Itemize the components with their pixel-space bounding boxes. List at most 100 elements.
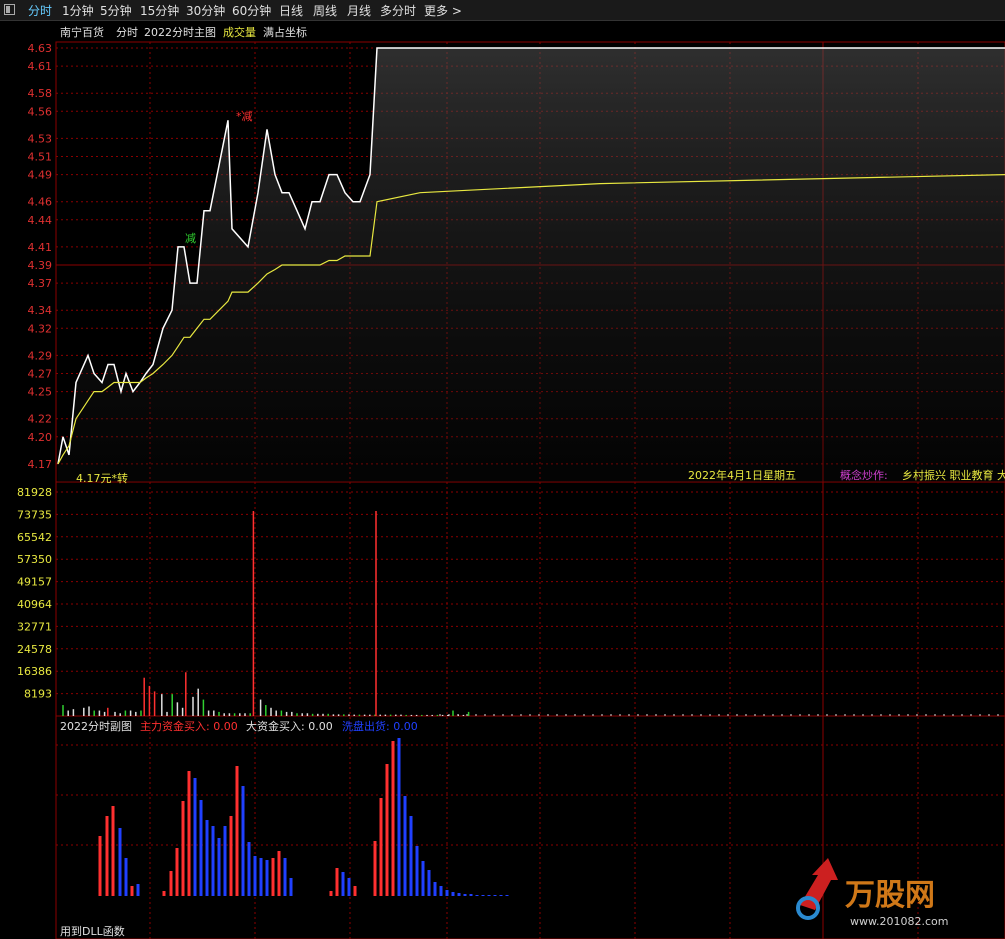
price-tick-label: 4.29: [28, 349, 53, 362]
sub-series-1: 主力资金买入: 0.00: [140, 719, 238, 733]
volume-tick-label: 16386: [17, 665, 52, 678]
sub-bar: [379, 798, 383, 896]
price-tick-label: 4.44: [28, 214, 53, 227]
sub-bar: [162, 891, 166, 896]
tab-8[interactable]: 月线: [347, 2, 371, 19]
sub-bar: [463, 894, 467, 896]
sub-bar: [487, 895, 491, 896]
sub-bar: [175, 848, 179, 896]
volume-tick-label: 40964: [17, 598, 52, 611]
price-tick-label: 4.34: [28, 304, 53, 317]
chart-mode: 分时: [116, 26, 138, 39]
sub-bar: [469, 894, 473, 896]
sub-bar: [136, 884, 140, 896]
tab-10[interactable]: 更多 >: [424, 2, 462, 19]
price-tick-label: 4.25: [28, 386, 53, 399]
price-tick-label: 4.20: [28, 431, 53, 444]
sub-bar: [98, 836, 102, 896]
volume-tick-label: 65542: [17, 531, 52, 544]
tab-9[interactable]: 多分时: [380, 2, 416, 19]
sub-bar: [415, 846, 419, 896]
tab-1[interactable]: 1分钟: [62, 2, 94, 19]
volume-panel: [55, 481, 1005, 717]
price-tick-label: 4.61: [28, 60, 53, 73]
price-tick-label: 4.56: [28, 105, 53, 118]
tab-0[interactable]: 分时: [28, 2, 52, 19]
tab-4[interactable]: 30分钟: [186, 2, 225, 19]
sub-bar: [105, 816, 109, 896]
sub-bar: [439, 886, 443, 896]
volume-tick-label: 8193: [24, 688, 52, 701]
volume-tick-label: 49157: [17, 576, 52, 589]
sub-bar: [253, 856, 257, 896]
sub-bar: [181, 801, 185, 896]
sub-bar: [427, 870, 431, 896]
sub-bar: [283, 858, 287, 896]
volume-label: 成交量: [223, 25, 256, 39]
sub-bar: [130, 886, 134, 896]
intraday-chart: 4.63 4.61 4.58 4.56 4.53 4.51 4.49 4.46 4.44 4.41…: [17, 25, 1005, 939]
volume-tick-label: 24578: [17, 643, 52, 656]
price-tick-label: 4.58: [28, 87, 53, 100]
sub-bar: [409, 816, 413, 896]
period-tab-bar: 分时 1分钟 5分钟 15分钟 30分钟 60分钟 日线 周线 月线 多分时 更多 >: [0, 0, 1005, 21]
sub-bar: [277, 851, 281, 896]
sub-bar: [211, 826, 215, 896]
sub-bar: [265, 860, 269, 896]
sub-bar: [433, 882, 437, 896]
footer-note: 用到DLL函数: [60, 925, 125, 938]
formula-name: 2022分时主图: [144, 26, 216, 39]
sub-bar: [118, 828, 122, 896]
sub-bar: [493, 895, 497, 896]
sub-bar: [505, 895, 509, 896]
sub-bar: [391, 741, 395, 896]
signal-label: 减: [185, 232, 196, 245]
concept-label: 概念炒作:: [840, 468, 888, 482]
sub-bar: [385, 764, 389, 896]
sub-bar: [481, 895, 485, 896]
watermark-url: www.201082.com: [850, 915, 948, 928]
price-tick-label: 4.49: [28, 169, 53, 182]
sub-bar: [229, 816, 233, 896]
volume-tick-label: 73735: [17, 508, 52, 521]
sub-bar: [187, 771, 191, 896]
sub-bar: [217, 838, 221, 896]
sub-bar: [247, 842, 251, 896]
sub-bar: [271, 858, 275, 896]
sub-bar: [223, 826, 227, 896]
sub-bar: [341, 872, 345, 896]
sub-series-3: 洗盘出货: 0.00: [342, 719, 418, 733]
panel-toggle-icon[interactable]: [4, 4, 15, 15]
sub-bar: [289, 878, 293, 896]
watermark-name: 万股网: [845, 878, 935, 913]
volume-tick-label: 32771: [17, 620, 52, 633]
price-tick-label: 4.53: [28, 132, 53, 145]
price-tick-label: 4.37: [28, 277, 53, 290]
sub-bar: [403, 796, 407, 896]
sub-bar: [235, 766, 239, 896]
sub-bar: [111, 806, 115, 896]
sub-bar: [335, 868, 339, 896]
coordinate-mode: 满占坐标: [263, 25, 307, 39]
price-tick-label: 4.63: [28, 42, 53, 55]
tab-6[interactable]: 日线: [279, 2, 303, 19]
price-note: 4.17元*转: [76, 471, 128, 485]
tab-2[interactable]: 5分钟: [100, 2, 132, 19]
signal-label: *减: [236, 110, 253, 123]
concept-value: 乡村振兴 职业教育 大: [902, 468, 1005, 482]
sub-bar: [397, 738, 401, 896]
sub-bar: [199, 800, 203, 896]
sub-bar: [169, 871, 173, 896]
price-tick-label: 4.41: [28, 241, 53, 254]
stock-name: 南宁百货: [60, 25, 104, 39]
price-tick-label: 4.51: [28, 151, 53, 164]
tab-7[interactable]: 周线: [313, 2, 337, 19]
sub-bar: [445, 890, 449, 896]
volume-tick-label: 81928: [17, 486, 52, 499]
tab-5[interactable]: 60分钟: [232, 2, 271, 19]
date-text: 2022年4月1日星期五: [688, 468, 796, 482]
tab-3[interactable]: 15分钟: [140, 2, 179, 19]
sub-bar: [193, 778, 197, 896]
sub-bar: [329, 891, 333, 896]
price-tick-label: 4.46: [28, 196, 53, 209]
